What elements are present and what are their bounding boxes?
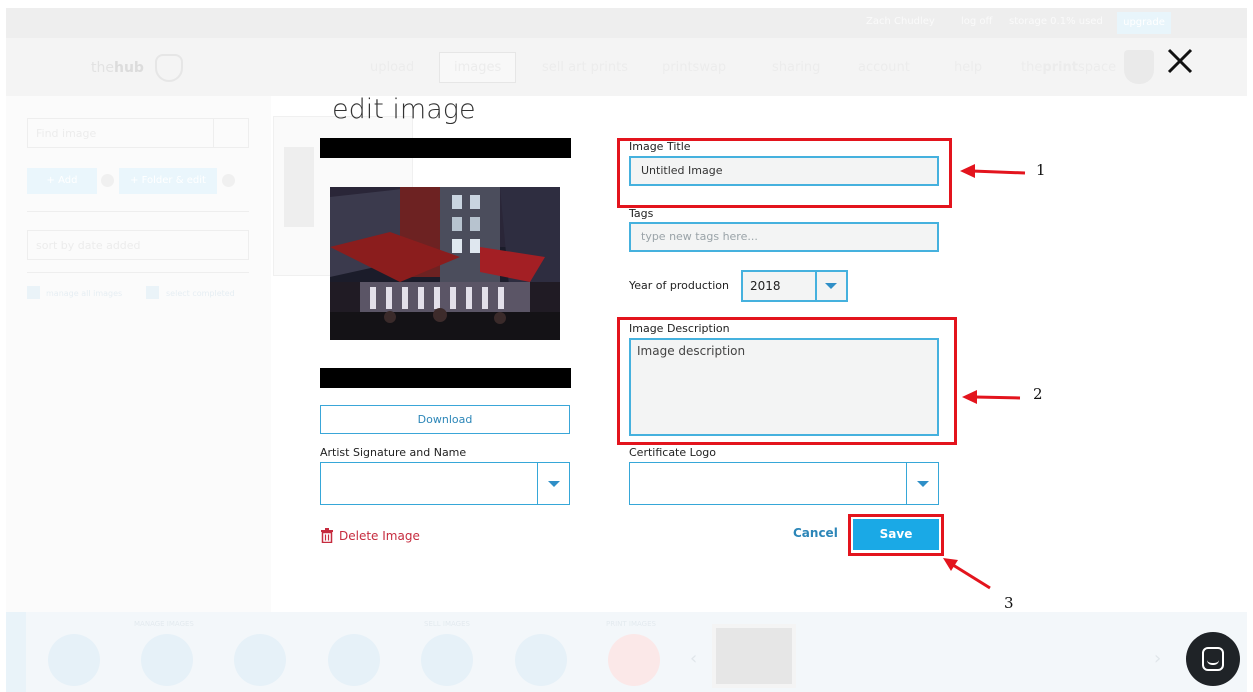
arrow-2-line (974, 395, 1021, 400)
arrow-3-head (943, 558, 958, 571)
annotation-number-1: 1 (1036, 161, 1046, 179)
arrow-3-line (952, 563, 991, 590)
annotation-arrows (943, 164, 1026, 590)
arrow-1-line (971, 169, 1026, 175)
annotation-number-2: 2 (1033, 385, 1043, 403)
annotation-number-3: 3 (1004, 594, 1014, 612)
chat-icon (1202, 647, 1224, 671)
screen: Zach Chudley log off storage 0.1% used u… (0, 0, 1253, 692)
chat-launcher-button[interactable] (1186, 632, 1240, 686)
arrow-1-head (960, 164, 975, 178)
arrow-2-head (962, 390, 977, 404)
